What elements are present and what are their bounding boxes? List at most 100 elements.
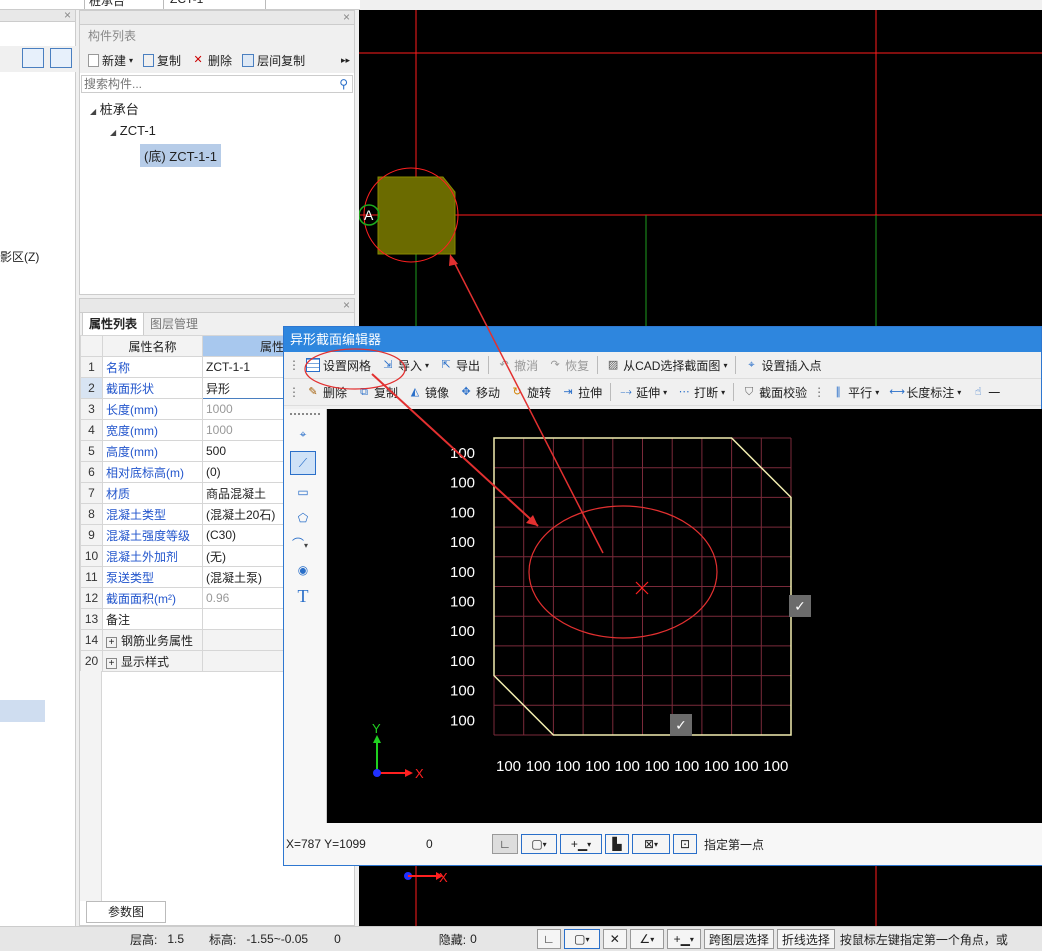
- text-tool-icon[interactable]: T: [292, 585, 314, 607]
- insert-point-icon: ⌖: [748, 359, 755, 371]
- extend-button[interactable]: ⤍ 延伸 ▾: [615, 381, 671, 403]
- component-toolbar: 新建 ▾ 复制 ✕ 删除 层间复制 ▸▸: [80, 47, 354, 73]
- dynamic-input-icon[interactable]: +▁ ▾: [666, 929, 701, 949]
- tab-layers[interactable]: 图层管理: [144, 312, 204, 335]
- grid-handle-icon[interactable]: ✓: [670, 714, 692, 736]
- copy-button[interactable]: ⧉ 复制: [353, 381, 402, 403]
- properties-icon[interactable]: ▙: [605, 834, 629, 854]
- cross-floor-select-button[interactable]: 跨图层选择: [703, 929, 774, 949]
- prop-name: 长度(mm): [102, 398, 203, 420]
- set-grid-button[interactable]: 设置网格: [302, 354, 375, 376]
- close-icon[interactable]: ×: [343, 298, 350, 312]
- hidden-value: 0: [470, 932, 477, 946]
- tree-node-leaf-selected[interactable]: (底) ZCT-1-1: [140, 144, 221, 167]
- row-dim-label: 100: [450, 653, 475, 670]
- import-button[interactable]: ⇲ 导入 ▾: [377, 354, 433, 376]
- dynamic-input-icon[interactable]: +▁ ▾: [560, 834, 602, 854]
- prop-name[interactable]: + 显示样式: [102, 650, 203, 672]
- detail-view-icon[interactable]: [50, 48, 72, 68]
- col-dim-label: 100: [763, 758, 788, 775]
- coords-readout: X=787 Y=1099: [286, 837, 366, 851]
- export-button[interactable]: ⇱ 导出: [435, 354, 484, 376]
- grid-handle-icon[interactable]: ✓: [789, 595, 811, 617]
- prop-name: 混凝土类型: [102, 503, 203, 525]
- copy-button[interactable]: 复制: [139, 49, 185, 71]
- expand-icon[interactable]: ◢: [110, 128, 116, 137]
- prop-name: 截面形状: [102, 377, 203, 399]
- move-button[interactable]: ✥ 移动: [455, 381, 504, 403]
- mirror-button[interactable]: ◭ 镜像: [404, 381, 453, 403]
- polyline-select-button[interactable]: 折线选择: [776, 929, 835, 949]
- snap-icon[interactable]: ▢ ▾: [563, 929, 600, 949]
- close-icon[interactable]: ×: [64, 8, 71, 22]
- ortho-toggle-icon[interactable]: ∟: [492, 834, 518, 854]
- expand-plus-icon[interactable]: +: [106, 657, 117, 669]
- list-view-icon[interactable]: [22, 48, 44, 68]
- more-icon[interactable]: ▸▸: [337, 49, 354, 71]
- left-panel-item[interactable]: 影区(Z): [0, 248, 39, 265]
- search-icon[interactable]: ⚲: [339, 77, 348, 91]
- rotate-button[interactable]: ↻ 旋转: [506, 381, 555, 403]
- dimension-button[interactable]: ⟷ 长度标注 ▾: [885, 381, 965, 403]
- props-empty-area: [80, 671, 102, 901]
- undo-button[interactable]: ↶ 撤消: [493, 354, 542, 376]
- mirror-icon: ◭: [410, 386, 420, 398]
- hint-icon[interactable]: ⊡: [673, 834, 697, 854]
- editor-canvas[interactable]: 100 100 100 100 100 100 100 100 100 100 100 100 100 1…: [327, 409, 1042, 823]
- hidden-label: 隐藏:: [438, 932, 467, 947]
- row-num: 1: [80, 356, 103, 378]
- verify-button[interactable]: ⛉ 截面校验: [738, 381, 811, 403]
- delete-button[interactable]: ✕ 删除: [187, 49, 236, 71]
- view-icon[interactable]: ⊠ ▾: [632, 834, 670, 854]
- floor-height-value: 1.5: [167, 932, 185, 946]
- param-diagram-button[interactable]: 参数图: [86, 901, 166, 923]
- more-tools-button[interactable]: ☝ 一: [967, 381, 1004, 403]
- prop-name: 材质: [102, 482, 203, 504]
- cross-icon[interactable]: ✕: [602, 929, 627, 949]
- expand-icon[interactable]: ◢: [90, 107, 96, 116]
- editor-statusbar: X=787 Y=1099 0 ∟ ▢ ▾ +▁ ▾ ▙ ⊠ ▾ ⊡ 指定第一点: [284, 823, 1042, 865]
- break-button[interactable]: ⋯ 打断 ▾: [673, 381, 729, 403]
- stretch-button[interactable]: ⇥ 拉伸: [557, 381, 606, 403]
- floor-copy-button[interactable]: 层间复制: [238, 49, 309, 71]
- redo-button[interactable]: ↷ 恢复: [544, 354, 593, 376]
- prop-name: 高度(mm): [102, 440, 203, 462]
- x-arrow-head: [405, 769, 413, 777]
- angle-icon[interactable]: ∠ ▾: [629, 929, 664, 949]
- new-button[interactable]: 新建 ▾: [84, 49, 137, 71]
- hand-icon: ☝: [974, 386, 982, 398]
- prop-name: 混凝土外加剂: [102, 545, 203, 567]
- ortho-icon[interactable]: ∟: [536, 929, 561, 949]
- search-input[interactable]: [82, 76, 322, 92]
- insert-point-button[interactable]: ⌖ 设置插入点: [740, 354, 825, 376]
- cad-select-button[interactable]: ▨ 从CAD选择截面图 ▾: [602, 354, 731, 376]
- row-num: 11: [80, 566, 103, 588]
- export-icon: ⇱: [441, 359, 451, 371]
- row-dim-label: 100: [450, 683, 475, 700]
- brush-icon: ✎: [308, 386, 318, 398]
- row-dim-label: 100: [450, 623, 475, 640]
- parallel-button[interactable]: ∥ 平行 ▾: [827, 381, 883, 403]
- dimension-icon: ⟷: [889, 386, 905, 398]
- elevation-label: 标高:: [209, 932, 237, 947]
- point-tool-icon[interactable]: ⌖: [292, 423, 314, 445]
- close-icon[interactable]: ×: [343, 10, 350, 24]
- arc-tool-icon[interactable]: ⌒▾: [292, 533, 322, 555]
- row-num: 14: [80, 629, 103, 651]
- col-dim-label: 100: [496, 758, 521, 775]
- dialog-titlebar[interactable]: 异形截面编辑器: [284, 327, 1041, 352]
- polygon-tool-icon[interactable]: ⬠: [292, 507, 314, 529]
- toolbar-grip: [290, 413, 320, 415]
- tab-properties[interactable]: 属性列表: [82, 311, 145, 335]
- line-tool-icon[interactable]: ⟋: [290, 451, 316, 475]
- tree-node-root[interactable]: ◢ 桩承台: [90, 99, 139, 118]
- left-panel-selected[interactable]: [0, 700, 45, 722]
- rectangle-tool-icon[interactable]: ▭: [292, 481, 314, 503]
- circle-tool-icon[interactable]: ◉: [292, 559, 314, 581]
- expand-plus-icon[interactable]: +: [106, 636, 117, 648]
- tree-node-child[interactable]: ◢ ZCT-1: [110, 123, 156, 138]
- x-axis-label: X: [415, 766, 424, 781]
- snap-icon[interactable]: ▢ ▾: [521, 834, 557, 854]
- delete-button[interactable]: ✎ 删除: [302, 381, 351, 403]
- prop-name[interactable]: + 钢筋业务属性: [102, 629, 203, 651]
